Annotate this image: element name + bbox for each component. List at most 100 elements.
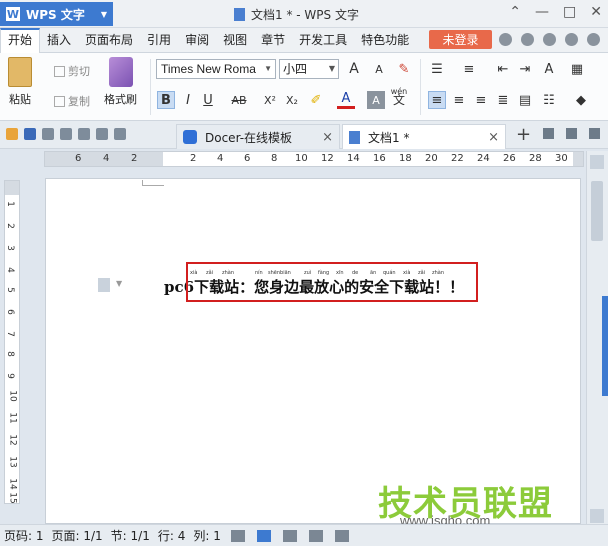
menu-item-review[interactable]: 审阅 [178,28,216,53]
reading-view-icon[interactable] [334,529,349,542]
web-view-icon[interactable] [308,529,323,542]
ruler-tick: 30 [555,153,568,164]
save-icon[interactable] [24,128,36,140]
clear-format-icon[interactable]: ✎ [395,60,413,78]
highlight-icon[interactable]: ✐ [307,91,325,109]
copy-button[interactable]: 复制 [54,93,90,109]
align-center-icon[interactable]: ≡ [450,91,468,109]
redo-icon[interactable] [114,128,126,140]
shirt-icon[interactable] [543,33,556,46]
align-right-icon[interactable]: ≡ [472,91,490,109]
tab-document1[interactable]: 文档1 * × [342,124,506,149]
shrink-font-button[interactable]: A [370,60,388,78]
wps-logo-icon: W [6,7,20,21]
menu-item-developer[interactable]: 开发工具 [292,28,354,53]
tab-docer-label: Docer-在线模板 [205,130,293,145]
justify-icon[interactable]: ≣ [494,91,512,109]
document-page[interactable] [45,178,581,524]
scroll-up-icon[interactable] [590,155,604,169]
menu-item-references[interactable]: 引用 [140,28,178,53]
export-pdf-icon[interactable] [42,128,54,140]
close-tab-icon[interactable]: × [322,130,333,145]
char-shading-icon[interactable]: A [367,91,385,109]
side-panel-tab[interactable] [602,296,608,396]
numbered-list-icon[interactable]: ≡ [460,60,478,78]
menu-item-insert[interactable]: 插入 [40,28,78,53]
paragraph-handle-icon[interactable] [98,278,110,292]
help-icon[interactable] [499,33,512,46]
ruler-tick: 14 [7,478,18,490]
brush-icon [108,57,133,87]
menu-item-section[interactable]: 章节 [254,28,292,53]
superscript-button[interactable]: X² [261,91,279,109]
ruler-margin-top [5,181,19,195]
feedback-icon[interactable] [565,33,578,46]
print-preview-icon[interactable] [78,128,90,140]
grow-font-button[interactable]: A [345,60,363,78]
ruler-tick: 8 [4,351,15,357]
increase-indent-icon[interactable]: ⇥ [516,60,534,78]
print-icon[interactable] [60,128,72,140]
phonetic-guide-button[interactable]: wén 文 [388,87,410,106]
font-size-select[interactable]: 小四 ▼ [279,59,339,79]
scrollbar-thumb[interactable] [591,181,603,241]
decrease-indent-icon[interactable]: ⇤ [494,60,512,78]
cloud-icon[interactable] [566,128,577,139]
close-icon[interactable]: ✕ [590,4,602,20]
ruler-tick: 26 [503,153,516,164]
quick-access-toolbar [6,128,126,140]
paste-label: 粘贴 [9,93,31,106]
subscript-button[interactable]: X₂ [283,91,301,109]
text-direction-icon[interactable]: A [540,60,558,78]
minimize-icon[interactable]: — [535,4,549,20]
menu-item-features[interactable]: 特色功能 [354,28,416,53]
menu-right-icons [499,33,600,46]
bullet-list-icon[interactable]: ☰ [428,60,446,78]
open-folder-icon[interactable] [6,128,18,140]
ruler-tick: 13 [7,456,18,468]
align-left-icon[interactable]: ≡ [428,91,446,109]
bold-button[interactable]: B [157,91,175,109]
font-name-select[interactable]: Times New Roma ▼ [156,59,276,79]
horizontal-ruler: 6 4 2 2 4 6 8 10 12 14 16 18 20 22 24 26… [44,151,584,167]
window-title-text: 文档1 * - WPS 文字 [251,8,359,22]
strikethrough-button[interactable]: AB [228,91,250,109]
font-size-value: 小四 [283,62,308,76]
outline-view-icon[interactable] [282,529,297,542]
app-menu-button[interactable]: W WPS 文字 ▼ [0,2,113,26]
docer-icon [183,130,197,144]
tab-docer-templates[interactable]: Docer-在线模板 × [176,124,340,149]
format-painter-button[interactable]: 格式刷 [104,57,137,107]
login-button[interactable]: 未登录 [429,30,492,49]
undo-icon[interactable] [96,128,108,140]
collapse-ribbon-icon[interactable] [587,33,600,46]
new-tab-button[interactable]: + [516,124,531,145]
restore-icon[interactable]: ⌃ [509,4,521,20]
italic-button[interactable]: I [179,91,197,109]
maximize-icon[interactable]: □ [563,4,576,20]
line-spacing-icon[interactable]: ☷ [540,91,558,109]
scroll-down-icon[interactable] [590,509,604,523]
ruler-tick: 11 [7,412,18,424]
menu-item-view[interactable]: 视图 [216,28,254,53]
underline-button[interactable]: U [199,91,217,109]
close-tab-icon[interactable]: × [488,130,499,145]
distribute-icon[interactable]: ▤ [516,91,534,109]
page-view-icon[interactable] [256,529,271,542]
status-page-number: 页码: 1 [4,529,44,543]
ruler-tick: 5 [4,287,15,293]
focus-mode-icon[interactable] [230,529,245,542]
fill-icon[interactable]: ◆ [572,91,590,109]
ruler-tick: 22 [451,153,464,164]
paste-button[interactable]: 粘贴 [8,57,32,107]
window-layout-icon[interactable] [543,128,554,139]
ruler-tick: 4 [103,153,110,164]
font-color-button[interactable]: A [337,91,355,109]
cut-button[interactable]: 剪切 [54,63,90,79]
skin-icon[interactable] [521,33,534,46]
table-icon[interactable]: ▦ [568,60,586,78]
menu-item-home[interactable]: 开始 [0,27,41,53]
menu-item-page-layout[interactable]: 页面布局 [78,28,140,53]
more-icon[interactable] [589,128,600,139]
chevron-down-icon[interactable]: ▼ [116,279,122,288]
